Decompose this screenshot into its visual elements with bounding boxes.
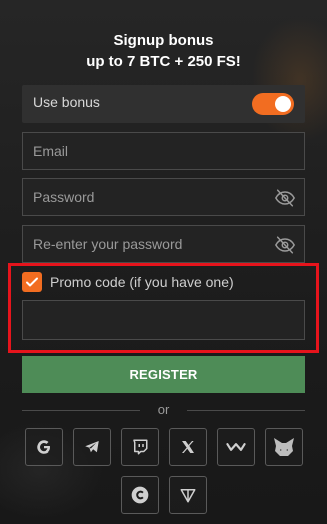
promo-code-input[interactable] — [22, 300, 305, 340]
signup-panel: Signup bonus up to 7 BTC + 250 FS! Use b… — [0, 0, 327, 524]
ton-button[interactable] — [169, 476, 207, 514]
password-placeholder: Password — [33, 189, 95, 205]
email-placeholder: Email — [33, 143, 69, 159]
metamask-button[interactable] — [265, 428, 303, 466]
coinbase-icon — [131, 486, 149, 504]
promo-checkbox[interactable] — [22, 272, 42, 292]
password-field[interactable]: Password — [22, 178, 305, 216]
walletconnect-button[interactable] — [217, 428, 255, 466]
coinbase-button[interactable] — [121, 476, 159, 514]
use-bonus-toggle[interactable] — [252, 93, 294, 115]
repassword-placeholder: Re-enter your password — [33, 236, 183, 252]
use-bonus-row[interactable]: Use bonus — [22, 85, 305, 123]
repassword-field[interactable]: Re-enter your password — [22, 225, 305, 263]
twitch-icon — [133, 439, 148, 455]
promo-code-label: Promo code (if you have one) — [50, 274, 234, 290]
title-line-1: Signup bonus — [113, 32, 214, 49]
telegram-icon — [85, 441, 99, 453]
checkmark-icon — [26, 277, 38, 287]
title-line-2: up to 7 BTC + 250 FS! — [86, 53, 241, 70]
twitch-button[interactable] — [121, 428, 159, 466]
eye-off-icon[interactable] — [274, 187, 296, 209]
divider-line-right — [187, 410, 305, 411]
x-button[interactable] — [169, 428, 207, 466]
walletconnect-icon — [226, 443, 246, 451]
signup-bonus-title: Signup bonus up to 7 BTC + 250 FS! — [0, 30, 327, 72]
or-divider: or — [22, 402, 305, 418]
eye-off-icon[interactable] — [274, 234, 296, 256]
google-button[interactable] — [25, 428, 63, 466]
email-field[interactable]: Email — [22, 132, 305, 170]
register-button[interactable]: REGISTER — [22, 356, 305, 393]
x-icon — [182, 441, 194, 453]
toggle-knob — [275, 96, 291, 112]
google-icon — [37, 440, 50, 454]
metamask-icon — [274, 438, 294, 456]
ton-icon — [180, 489, 196, 503]
use-bonus-label: Use bonus — [33, 94, 100, 110]
telegram-button[interactable] — [73, 428, 111, 466]
